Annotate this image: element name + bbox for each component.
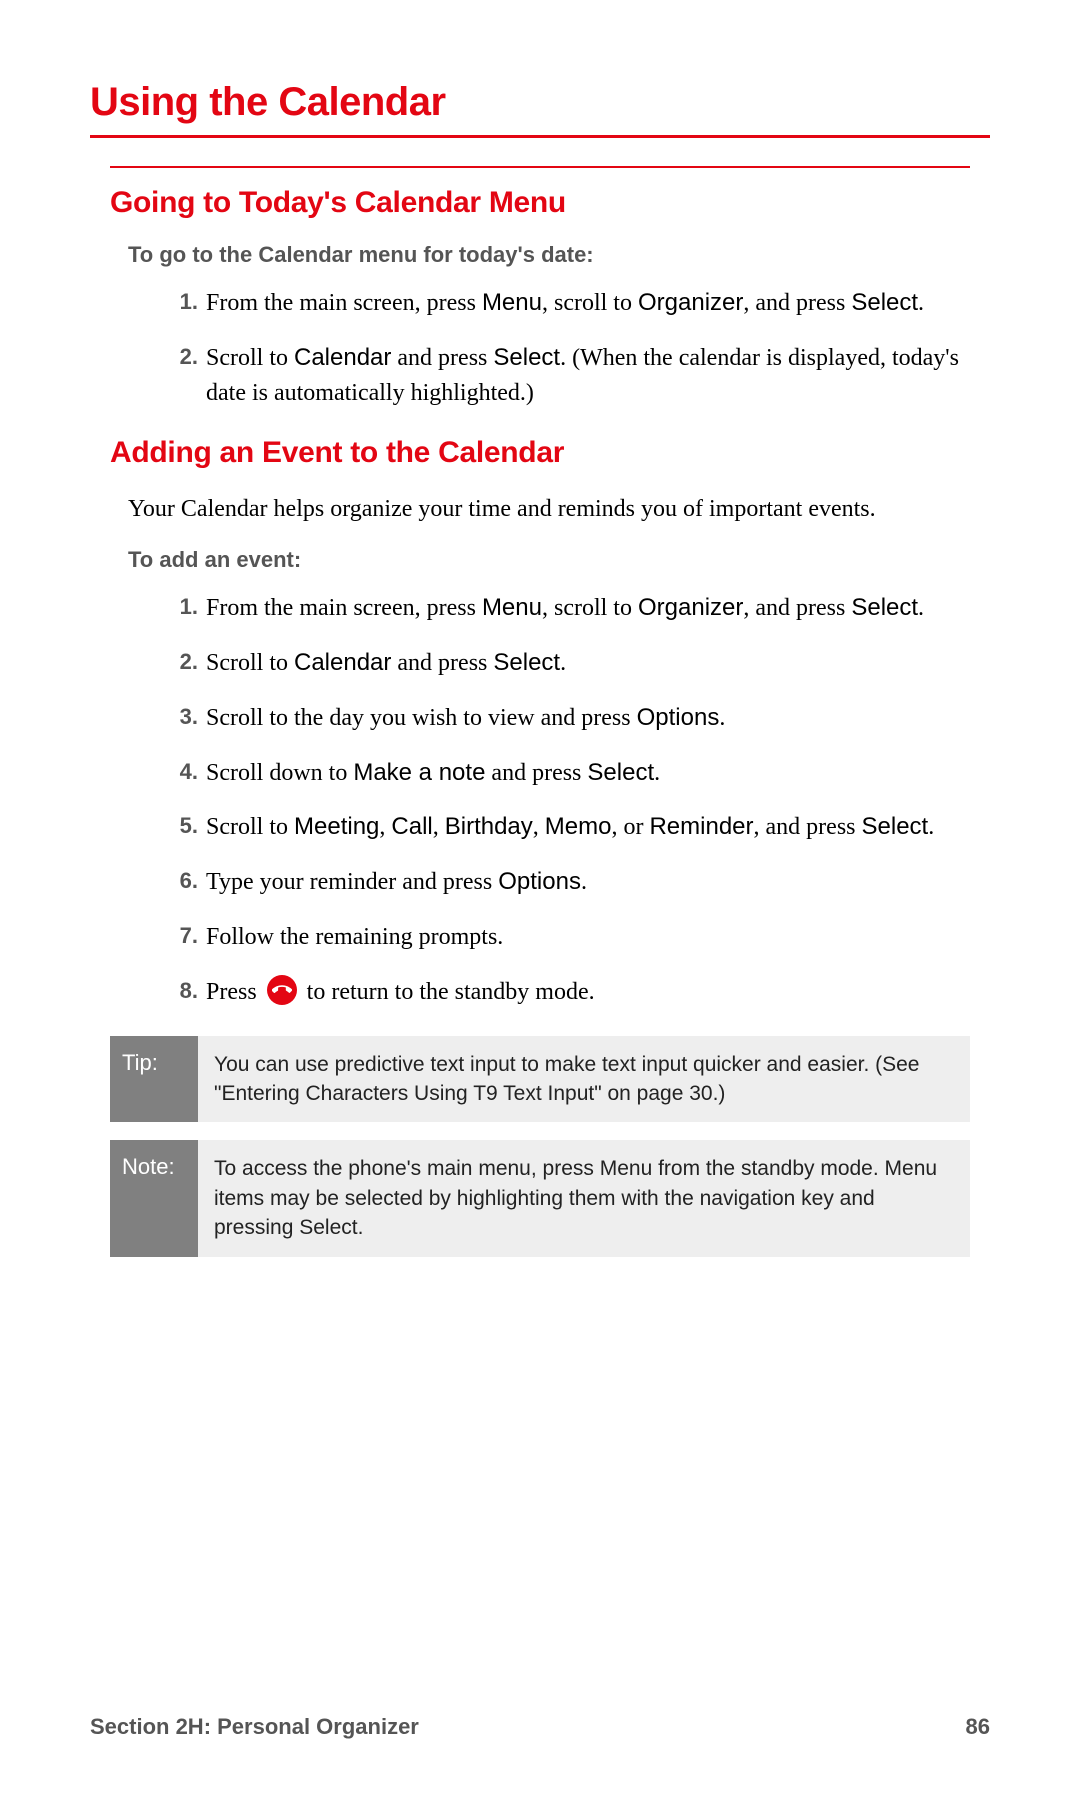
footer-page: 86 [966, 1714, 990, 1740]
tip-body: You can use predictive text input to mak… [198, 1036, 970, 1123]
footer-section: Section 2H: Personal Organizer [90, 1714, 419, 1740]
tip-callout: Tip: You can use predictive text input t… [110, 1036, 970, 1123]
tip-label: Tip: [110, 1036, 198, 1123]
list-item: From the main screen, press Menu, scroll… [162, 591, 970, 626]
section-heading-1: Going to Today's Calendar Menu [110, 186, 970, 220]
section2-steps: From the main screen, press Menu, scroll… [162, 591, 970, 1009]
content: Going to Today's Calendar Menu To go to … [90, 166, 990, 1257]
end-call-icon [267, 975, 297, 1005]
section2-para: Your Calendar helps organize your time a… [128, 492, 970, 527]
page-title: Using the Calendar [90, 80, 990, 125]
list-item: Press to return to the standby mode. [162, 975, 970, 1010]
note-callout: Note: To access the phone's main menu, p… [110, 1140, 970, 1256]
section2-intro: To add an event: [128, 547, 970, 573]
title-rule [90, 135, 990, 138]
list-item: Follow the remaining prompts. [162, 920, 970, 955]
list-item: From the main screen, press Menu, scroll… [162, 286, 970, 321]
sub-rule [110, 166, 970, 168]
note-label: Note: [110, 1140, 198, 1256]
list-item: Scroll to Calendar and press Select. [162, 646, 970, 681]
note-body: To access the phone's main menu, press M… [198, 1140, 970, 1256]
page: Using the Calendar Going to Today's Cale… [0, 0, 1080, 1800]
list-item: Scroll to Meeting, Call, Birthday, Memo,… [162, 810, 970, 845]
section1-intro: To go to the Calendar menu for today's d… [128, 242, 970, 268]
list-item: Type your reminder and press Options. [162, 865, 970, 900]
section1-steps: From the main screen, press Menu, scroll… [162, 286, 970, 410]
list-item: Scroll down to Make a note and press Sel… [162, 756, 970, 791]
section-heading-2: Adding an Event to the Calendar [110, 436, 970, 470]
list-item: Scroll to Calendar and press Select. (Wh… [162, 341, 970, 411]
list-item: Scroll to the day you wish to view and p… [162, 701, 970, 736]
footer: Section 2H: Personal Organizer 86 [90, 1714, 990, 1740]
